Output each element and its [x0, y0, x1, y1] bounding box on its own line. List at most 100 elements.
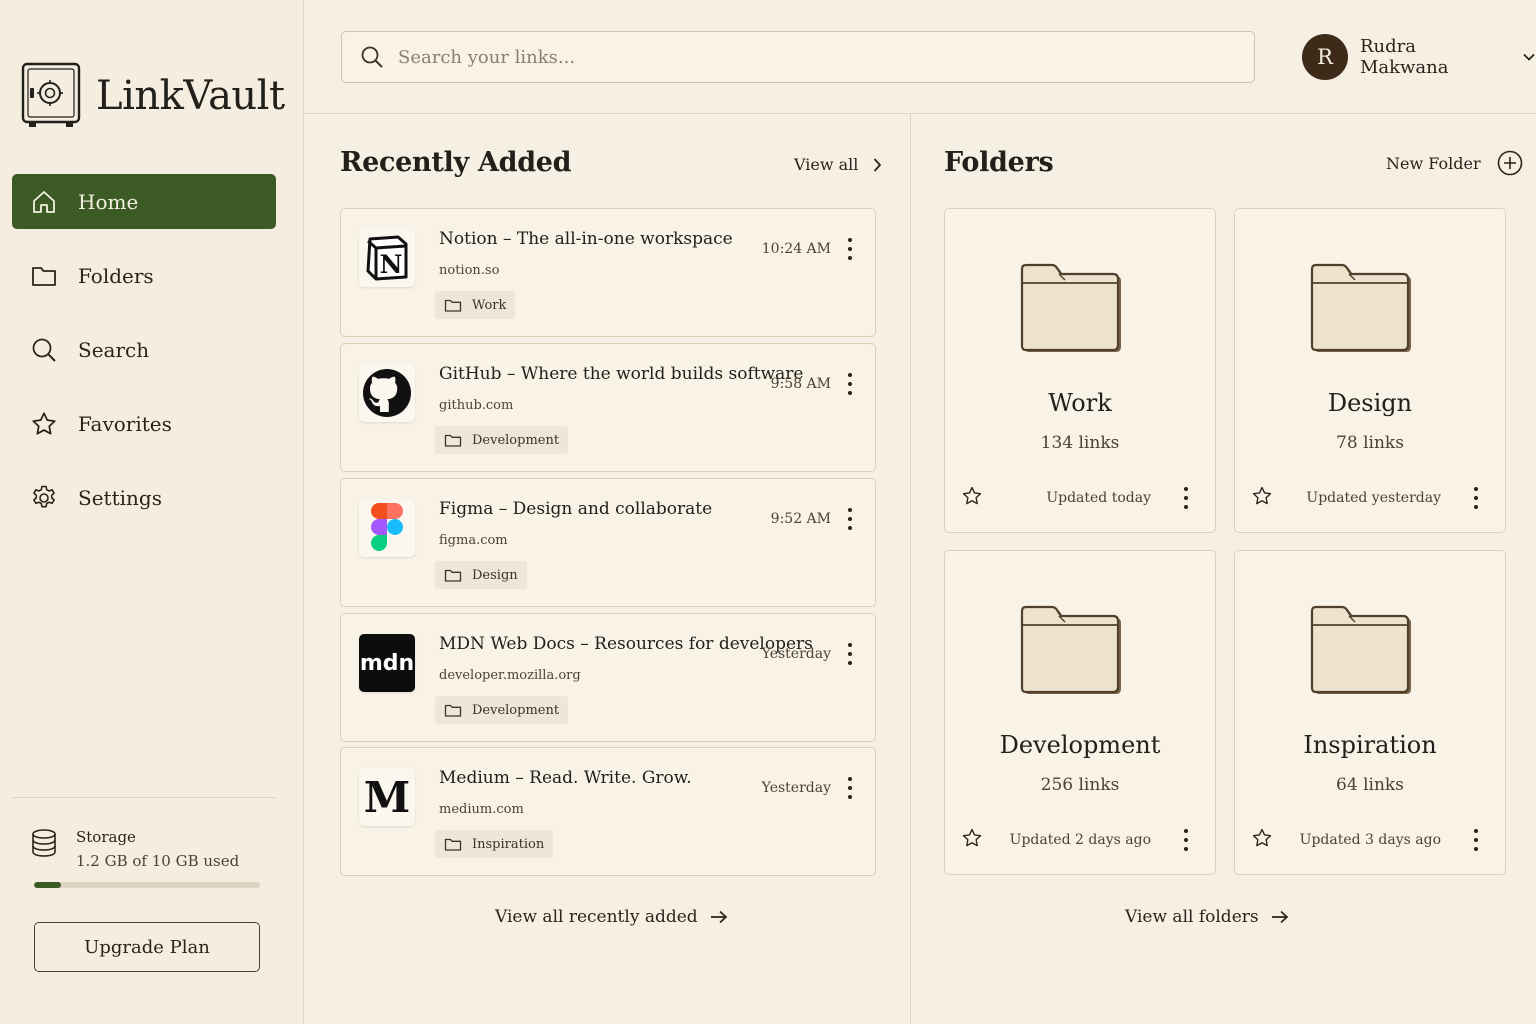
arrow-right-icon: [710, 910, 728, 924]
view-all-recent-label: View all recently added: [495, 907, 698, 927]
link-card[interactable]: GitHub – Where the world builds software…: [340, 343, 876, 472]
folder-tag-label: Development: [472, 702, 560, 718]
folder-card-design[interactable]: Design 78 links Updated yesterday: [1234, 208, 1506, 533]
mdn-logo: mdn: [359, 634, 415, 692]
link-title[interactable]: GitHub – Where the world builds software: [439, 364, 803, 384]
folder-icon: [1309, 603, 1419, 703]
more-options-icon[interactable]: [1179, 487, 1193, 509]
link-time: 9:52 AM: [770, 511, 831, 527]
folder-count: 64 links: [1336, 775, 1404, 795]
user-menu[interactable]: R Rudra Makwana: [1302, 34, 1536, 80]
chevron-right-icon: [872, 157, 882, 173]
sidebar-item-favorites[interactable]: Favorites: [12, 396, 276, 451]
storage-progress-bar: [34, 882, 260, 888]
folder-icon: [1019, 261, 1129, 361]
folder-icon: [444, 702, 462, 718]
star-icon[interactable]: [961, 827, 983, 849]
link-title[interactable]: Notion – The all-in-one workspace: [439, 229, 733, 249]
view-all-button[interactable]: View all: [794, 155, 882, 174]
folder-name: Design: [1327, 389, 1413, 417]
app-name: LinkVault: [96, 73, 285, 119]
sidebar-item-label: Search: [78, 337, 150, 362]
search-placeholder: Search your links...: [398, 46, 576, 68]
link-title[interactable]: Medium – Read. Write. Grow.: [439, 768, 692, 788]
folder-tag[interactable]: Development: [435, 696, 569, 724]
more-options-icon[interactable]: [843, 238, 857, 260]
link-domain: notion.so: [439, 263, 500, 278]
sidebar-item-search[interactable]: Search: [12, 322, 276, 377]
folder-name: Work: [1048, 389, 1112, 417]
medium-logo-text: M: [363, 772, 411, 822]
search-input[interactable]: Search your links...: [341, 31, 1255, 83]
folder-card-development[interactable]: Development 256 links Updated 2 days ago: [944, 550, 1216, 875]
upgrade-plan-button[interactable]: Upgrade Plan: [34, 922, 260, 972]
notion-logo: N: [359, 229, 415, 287]
link-time: Yesterday: [761, 780, 831, 796]
more-options-icon[interactable]: [843, 643, 857, 665]
link-domain: medium.com: [439, 802, 524, 817]
folder-icon: [444, 567, 462, 583]
sidebar-item-label: Home: [78, 189, 139, 214]
more-options-icon[interactable]: [843, 373, 857, 395]
gear-icon: [30, 484, 58, 512]
star-icon[interactable]: [1251, 827, 1273, 849]
folder-updated: Updated 2 days ago: [1009, 832, 1151, 848]
folder-tag-label: Inspiration: [472, 836, 545, 852]
plus-circle-icon: [1497, 150, 1523, 176]
link-domain: github.com: [439, 398, 514, 413]
avatar: R: [1302, 34, 1348, 80]
top-bar: Search your links... R Rudra Makwana: [304, 0, 1536, 114]
new-folder-button[interactable]: New Folder: [1386, 150, 1523, 176]
folder-tag[interactable]: Design: [435, 561, 527, 589]
folder-tag[interactable]: Inspiration: [435, 830, 554, 858]
star-icon[interactable]: [1251, 485, 1273, 507]
folder-tag[interactable]: Work: [435, 291, 516, 319]
more-options-icon[interactable]: [843, 508, 857, 530]
folder-card-work[interactable]: Work 134 links Updated today: [944, 208, 1216, 533]
user-name: Rudra Makwana: [1359, 36, 1449, 78]
link-title[interactable]: Figma – Design and collaborate: [439, 499, 712, 519]
more-options-icon[interactable]: [1469, 487, 1483, 509]
figma-logo: [359, 499, 415, 557]
sidebar-item-label: Settings: [78, 485, 162, 510]
link-title[interactable]: MDN Web Docs – Resources for developers: [439, 634, 813, 654]
recently-added-title: Recently Added: [340, 147, 572, 178]
app-logo[interactable]: LinkVault: [20, 62, 285, 130]
star-icon[interactable]: [961, 485, 983, 507]
more-options-icon[interactable]: [843, 777, 857, 799]
more-options-icon[interactable]: [1179, 829, 1193, 851]
divider: [12, 797, 276, 798]
folder-tag[interactable]: Development: [435, 426, 569, 454]
folder-count: 78 links: [1336, 433, 1404, 453]
chevron-down-icon: [1522, 52, 1536, 62]
folder-icon: [30, 262, 58, 290]
sidebar-item-home[interactable]: Home: [12, 174, 276, 229]
view-all-label: View all: [794, 155, 859, 174]
view-all-folders-link[interactable]: View all folders: [1125, 907, 1289, 927]
link-time: Yesterday: [761, 646, 831, 662]
folder-count: 134 links: [1040, 433, 1120, 453]
folder-card-inspiration[interactable]: Inspiration 64 links Updated 3 days ago: [1234, 550, 1506, 875]
storage-label: Storage: [76, 828, 136, 846]
link-card[interactable]: Figma – Design and collaborate figma.com…: [340, 478, 876, 607]
folder-icon: [1019, 603, 1129, 703]
link-card[interactable]: mdn MDN Web Docs – Resources for develop…: [340, 613, 876, 742]
folder-tag-label: Design: [472, 567, 518, 583]
sidebar-nav: Home Folders Search Favorites Settings: [12, 174, 276, 544]
sidebar-item-folders[interactable]: Folders: [12, 248, 276, 303]
link-card[interactable]: M Medium – Read. Write. Grow. medium.com…: [340, 747, 876, 876]
folder-count: 256 links: [1040, 775, 1120, 795]
more-options-icon[interactable]: [1469, 829, 1483, 851]
link-time: 10:24 AM: [761, 241, 831, 257]
arrow-right-icon: [1271, 910, 1289, 924]
mdn-logo-text: mdn: [359, 650, 415, 676]
svg-text:N: N: [380, 250, 403, 279]
link-card[interactable]: N Notion – The all-in-one workspace noti…: [340, 208, 876, 337]
sidebar-item-label: Folders: [78, 263, 154, 288]
view-all-recently-added-link[interactable]: View all recently added: [495, 907, 728, 927]
sidebar-item-settings[interactable]: Settings: [12, 470, 276, 525]
folder-updated: Updated 3 days ago: [1299, 832, 1441, 848]
folders-title: Folders: [944, 147, 1054, 178]
home-icon: [30, 188, 58, 216]
folder-name: Development: [999, 731, 1161, 759]
